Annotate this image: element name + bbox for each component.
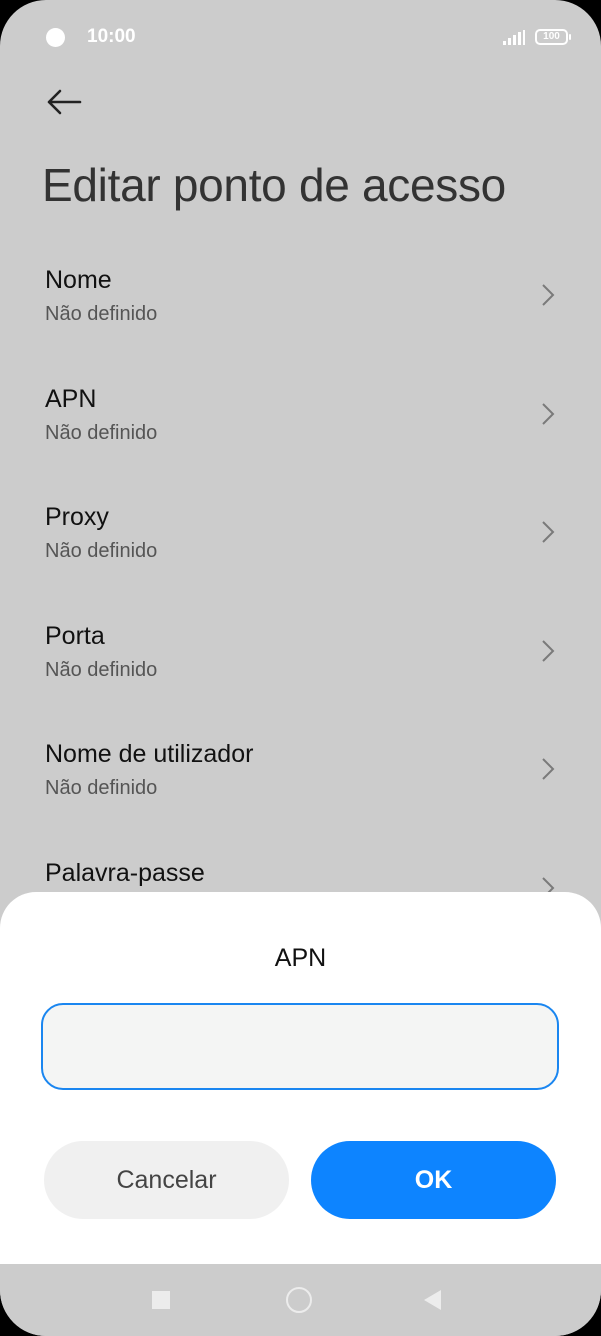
setting-item-proxy[interactable]: Proxy Não definido <box>0 487 601 606</box>
apn-dialog: APN Cancelar OK <box>0 892 601 1264</box>
settings-list: Nome Não definido APN Não definido Proxy… <box>0 250 601 962</box>
nav-back-icon[interactable] <box>424 1290 441 1310</box>
setting-title: APN <box>45 384 97 413</box>
signal-icon <box>503 30 525 45</box>
setting-item-nome[interactable]: Nome Não definido <box>0 250 601 369</box>
setting-title: Nome <box>45 266 112 294</box>
setting-title: Nome de utilizador <box>45 740 254 769</box>
navigation-bar <box>0 1264 601 1336</box>
ok-button[interactable]: OK <box>311 1141 556 1219</box>
chevron-right-icon <box>542 402 555 425</box>
setting-title: Palavra-passe <box>45 858 205 887</box>
home-icon[interactable] <box>286 1287 312 1313</box>
apn-input[interactable] <box>41 1003 559 1090</box>
setting-value: Não definido <box>45 540 158 563</box>
status-bar: 10:00 100 <box>0 0 601 76</box>
back-button[interactable] <box>44 84 84 120</box>
cancel-button[interactable]: Cancelar <box>44 1141 289 1219</box>
arrow-left-icon <box>47 89 82 115</box>
battery-level: 100 <box>543 31 560 42</box>
chevron-right-icon <box>542 521 555 543</box>
setting-item-apn[interactable]: APN Não definido <box>0 369 601 488</box>
chevron-right-icon <box>542 284 555 306</box>
chevron-right-icon <box>542 640 555 662</box>
setting-item-username[interactable]: Nome de utilizador Não definido <box>0 724 601 843</box>
page-title: Editar ponto de acesso <box>42 159 506 211</box>
setting-value: Não definido <box>45 777 158 800</box>
setting-value: Não definido <box>45 658 158 681</box>
setting-title: Porta <box>45 621 105 650</box>
battery-icon: 100 <box>535 29 571 45</box>
setting-value: Não definido <box>45 303 158 325</box>
setting-title: Proxy <box>45 503 109 532</box>
recents-icon[interactable] <box>152 1291 170 1309</box>
dialog-title: APN <box>274 944 327 972</box>
notification-dot-icon <box>46 28 65 47</box>
setting-value: Não definido <box>45 421 158 444</box>
phone-screen: 10:00 100 Editar ponto de acesso Nome Nã… <box>0 0 601 1336</box>
chevron-right-icon <box>542 758 555 781</box>
status-time: 10:00 <box>87 26 136 47</box>
setting-item-porta[interactable]: Porta Não definido <box>0 606 601 725</box>
